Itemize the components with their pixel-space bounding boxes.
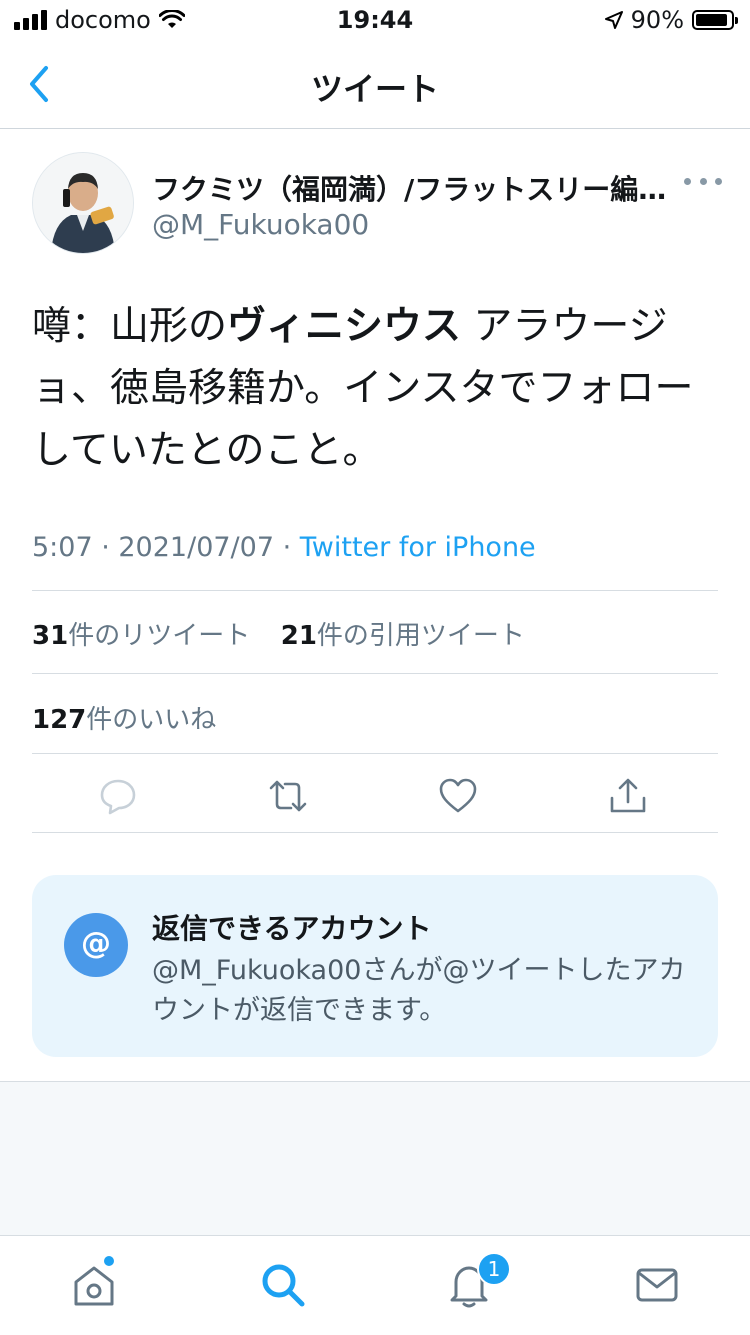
more-options-icon[interactable] <box>684 174 722 188</box>
divider <box>32 673 718 674</box>
retweets-label: 件のリツイート <box>68 621 251 651</box>
share-icon[interactable] <box>608 776 648 816</box>
reply-permissions-title: 返信できるアカウント <box>152 912 432 945</box>
quotes-label: 件の引用ツイート <box>316 621 525 651</box>
home-new-dot <box>102 1254 116 1268</box>
location-arrow-icon <box>604 11 623 29</box>
likes-count: 127 <box>32 705 87 735</box>
divider <box>32 832 718 833</box>
divider <box>32 753 718 754</box>
author-handle[interactable]: @M_Fukuoka00 <box>152 208 369 241</box>
quotes-count: 21 <box>280 621 317 651</box>
likes-stats[interactable]: 127件のいいね <box>32 699 216 736</box>
search-icon[interactable] <box>258 1260 308 1310</box>
empty-replies-area <box>0 1081 750 1236</box>
tweet-text-bold: ヴィニシウス <box>227 304 462 349</box>
retweet-stats[interactable]: 31件のリツイート 21件の引用ツイート <box>32 615 525 652</box>
avatar-image <box>33 153 133 253</box>
retweets-count: 31 <box>32 621 69 651</box>
tweet-author: フクミツ（福岡満）/フラットスリー編集部 @M_Fukuoka00 <box>32 152 722 256</box>
tweet-timestamp: 5:07 · 2021/07/07 · <box>32 532 300 563</box>
battery-percent: 90% <box>630 6 684 34</box>
tweet-actions <box>32 758 718 832</box>
status-right: 90% <box>604 6 738 34</box>
likes-label: 件のいいね <box>86 705 217 735</box>
divider <box>32 590 718 591</box>
tweet-text: 噂：山形のヴィニシウス アラウージョ、徳島移籍か。インスタでフォローしていたとの… <box>32 296 718 482</box>
like-heart-icon[interactable] <box>438 776 478 816</box>
reply-permissions-card: @ 返信できるアカウント @M_Fukuoka00さんが@ツイートしたアカウント… <box>32 875 718 1057</box>
messages-envelope-icon[interactable] <box>632 1260 682 1310</box>
tweet-source-link[interactable]: Twitter for iPhone <box>300 532 536 563</box>
at-sign-icon: @ <box>64 913 128 977</box>
author-name[interactable]: フクミツ（福岡満）/フラットスリー編集部 <box>152 168 672 208</box>
reply-icon[interactable] <box>98 776 138 816</box>
battery-icon <box>692 10 738 30</box>
reply-permissions-description: @M_Fukuoka00さんが@ツイートしたアカウントが返信できます。 <box>152 955 686 1026</box>
avatar[interactable] <box>32 152 134 254</box>
tweet-text-before: 噂：山形の <box>32 304 228 349</box>
tweet-meta: 5:07 · 2021/07/07 · Twitter for iPhone <box>32 532 536 563</box>
battery-level <box>696 14 727 26</box>
notifications-badge: 1 <box>477 1252 511 1286</box>
navigation-bar: ツイート <box>0 40 750 129</box>
tab-bar: 1 <box>0 1235 750 1335</box>
retweet-icon[interactable] <box>268 776 308 816</box>
page-title: ツイート <box>310 70 439 108</box>
status-bar: docomo 19:44 90% <box>0 0 750 40</box>
